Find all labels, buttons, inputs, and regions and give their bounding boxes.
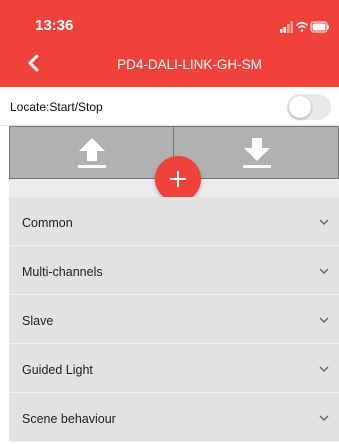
section-scene-behaviour[interactable]: Scene behaviour bbox=[9, 393, 339, 442]
chevron-down-icon bbox=[319, 219, 329, 225]
section-label: Common bbox=[22, 216, 73, 230]
section-common[interactable]: Common bbox=[9, 197, 339, 246]
section-label: Multi-channels bbox=[22, 265, 103, 279]
section-slave[interactable]: Slave bbox=[9, 295, 339, 344]
upload-arrow-icon bbox=[78, 138, 106, 168]
chevron-down-icon bbox=[319, 317, 329, 323]
chevron-down-icon bbox=[319, 268, 329, 274]
chevron-down-icon bbox=[319, 366, 329, 372]
locate-row: Locate:Start/Stop bbox=[0, 87, 339, 126]
section-guided-light[interactable]: Guided Light bbox=[9, 344, 339, 393]
app-header: 13:36 PD4-DALI-LINK-GH-SM bbox=[0, 0, 339, 87]
locate-toggle[interactable] bbox=[287, 94, 331, 120]
signal-icon bbox=[280, 21, 293, 33]
plus-icon bbox=[170, 171, 186, 187]
locate-label: Locate:Start/Stop bbox=[10, 100, 103, 114]
upload-button[interactable] bbox=[10, 127, 174, 178]
page-title: PD4-DALI-LINK-GH-SM bbox=[117, 57, 262, 72]
download-arrow-icon bbox=[243, 138, 271, 168]
section-label: Slave bbox=[22, 314, 54, 328]
add-button[interactable] bbox=[155, 156, 201, 202]
section-label: Scene behaviour bbox=[22, 412, 116, 426]
status-icons bbox=[280, 21, 329, 33]
section-multi-channels[interactable]: Multi-channels bbox=[9, 246, 339, 295]
battery-icon bbox=[310, 21, 329, 33]
settings-sections: Common Multi-channels Slave Guided Light… bbox=[9, 197, 339, 442]
section-label: Guided Light bbox=[22, 363, 93, 377]
toggle-knob bbox=[289, 96, 311, 118]
status-time: 13:36 bbox=[35, 17, 74, 34]
chevron-down-icon bbox=[319, 415, 329, 421]
wifi-icon bbox=[296, 21, 308, 32]
